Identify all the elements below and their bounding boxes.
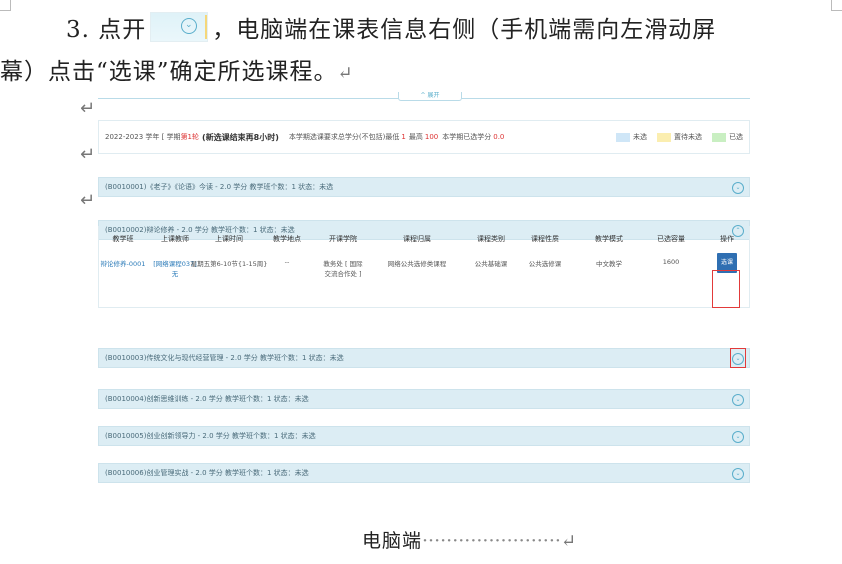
max-credit-label: 最高 <box>408 133 423 141</box>
toggle-circle-icon[interactable]: ⌄ <box>732 182 744 194</box>
return-mark: ↵ <box>80 190 96 211</box>
return-mark: ↵ <box>80 144 96 165</box>
term-round: 第1轮 <box>180 133 200 141</box>
column-header: 教学班 <box>112 235 134 243</box>
rule-title: (新选课结束再8小时) <box>202 132 279 142</box>
term-info-row: 2022-2023 学年 [ 学期 第1轮 (新选课结束再8小时) 本学期选课要… <box>98 120 750 154</box>
instruction-line-1: 3. 点开 ⌄ ，电脑端在课表信息右侧（手机端需向左滑动屏 <box>66 10 716 44</box>
cell-ownership: 网络公共选修类课程 <box>387 260 447 268</box>
legend-item-unselected: 未选 <box>616 132 647 142</box>
column-header: 教学地点 <box>273 235 301 243</box>
selected-credit-label: 本学期已选学分 <box>442 133 492 141</box>
column-header: 上课时间 <box>215 235 243 243</box>
expand-circle-icon: ⌄ <box>150 12 209 42</box>
page-corner-mark-left <box>0 0 11 11</box>
course-header-row[interactable]: (B0010006)创业管理实战 - 2.0 学分 教学班个数：1 状态：未选 … <box>98 463 750 483</box>
column-header: 课程类别 <box>477 235 505 243</box>
course-header-row[interactable]: (B0010003)传统文化与现代经营管理 - 2.0 学分 教学班个数：1 状… <box>98 348 750 368</box>
toggle-circle-icon[interactable]: ⌄ <box>732 431 744 443</box>
caption: 电脑端·······················↵ <box>362 526 577 553</box>
table-header: 教学班 上课教师 上课时间 教学地点 开课学院 课程归属 课程类别 课程性质 教… <box>99 234 751 252</box>
caption-leader-dots: ······················· <box>422 530 561 552</box>
cell-category: 公共基础课 <box>474 260 508 268</box>
column-header: 教学模式 <box>595 235 623 243</box>
instruction-text-prefix: 3. 点开 <box>66 17 147 43</box>
cell-class: 辩论修养-0001 <box>100 260 146 268</box>
min-credit: 1 <box>401 133 406 141</box>
caption-text: 电脑端 <box>362 530 423 552</box>
table-row: 辩论修养-0001 [网络课程037] 无 星期五第6-10节{1-15周} -… <box>99 253 751 298</box>
selected-credit: 0.0 <box>493 133 505 141</box>
column-header: 课程性质 <box>531 235 559 243</box>
highlight-box-toggle <box>730 348 746 368</box>
cell-nature: 公共选修课 <box>528 260 562 268</box>
course-detail-table: 教学班 上课教师 上课时间 教学地点 开课学院 课程归属 课程类别 课程性质 教… <box>98 226 750 308</box>
toggle-circle-icon[interactable]: ⌄ <box>732 468 744 480</box>
page-corner-mark-right <box>831 0 842 11</box>
course-title: (B0010006)创业管理实战 - 2.0 学分 教学班个数：1 状态：未选 <box>105 469 309 477</box>
column-header: 已选容量 <box>657 235 685 243</box>
instruction-text-suffix: ，电脑端在课表信息右侧（手机端需向左滑动屏 <box>212 17 717 43</box>
highlight-box-select <box>712 270 740 308</box>
column-header: 开课学院 <box>329 235 357 243</box>
column-header: 课程归属 <box>403 235 431 243</box>
toggle-circle-icon[interactable]: ⌄ <box>732 394 744 406</box>
instruction-text-line2: 幕）点击“选课”确定所选课程。 <box>0 59 338 85</box>
course-header-row[interactable]: (B0010005)创业创新领导力 - 2.0 学分 教学班个数：1 状态：未选… <box>98 426 750 446</box>
course-title: (B0010001)《老子》《论语》今读 - 2.0 学分 教学班个数：1 状态… <box>105 183 334 191</box>
max-credit: 100 <box>424 133 439 141</box>
legend-item-selected: 已选 <box>712 132 743 142</box>
course-title: (B0010005)创业创新领导力 - 2.0 学分 教学班个数：1 状态：未选 <box>105 432 316 440</box>
cell-time: 星期五第6-10节{1-15周} <box>190 260 268 268</box>
cell-capacity: 1600 <box>662 258 680 266</box>
return-mark: ↵ <box>80 98 96 119</box>
column-header: 上课教师 <box>161 235 189 243</box>
credit-requirement: 本学期选课要求总学分(不包括)最低 <box>288 133 400 141</box>
course-title: (B0010004)创新思维训练 - 2.0 学分 教学班个数：1 状态：未选 <box>105 395 309 403</box>
caption-return-mark: ↵ <box>560 531 578 552</box>
column-header: 操作 <box>720 235 734 243</box>
cell-place: -- <box>284 258 290 266</box>
expand-tab[interactable]: ^ 展开 <box>398 92 462 101</box>
course-header-row[interactable]: (B0010001)《老子》《论语》今读 - 2.0 学分 教学班个数：1 状态… <box>98 177 750 197</box>
course-header-row[interactable]: (B0010004)创新思维训练 - 2.0 学分 教学班个数：1 状态：未选 … <box>98 389 750 409</box>
course-title: (B0010003)传统文化与现代经营管理 - 2.0 学分 教学班个数：1 状… <box>105 354 344 362</box>
legend-item-pending: 置待未选 <box>657 132 702 142</box>
year-term: 2022-2023 学年 [ 学期 <box>105 133 181 141</box>
cell-mode: 中文教学 <box>596 260 622 268</box>
cell-college: 教务处 [ 国际交流合作处 ] <box>323 260 363 278</box>
paragraph-return-mark: ↵ <box>337 63 354 84</box>
status-legend: 未选 置待未选 已选 <box>616 132 743 142</box>
instruction-line-2: 幕）点击“选课”确定所选课程。↵ <box>0 52 354 86</box>
course-selection-screenshot: ^ 展开 2022-2023 学年 [ 学期 第1轮 (新选课结束再8小时) 本… <box>98 92 750 494</box>
